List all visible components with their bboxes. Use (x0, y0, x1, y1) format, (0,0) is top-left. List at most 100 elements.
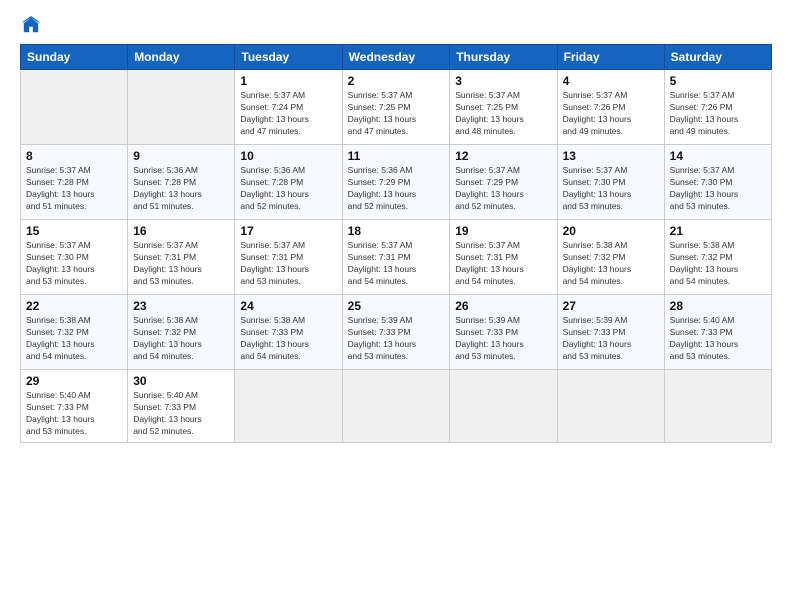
page: Sunday Monday Tuesday Wednesday Thursday… (0, 0, 792, 612)
day-number: 13 (563, 149, 659, 163)
col-sunday: Sunday (21, 45, 128, 70)
day-number: 11 (348, 149, 445, 163)
day-info: Sunrise: 5:37 AMSunset: 7:31 PMDaylight:… (133, 240, 229, 288)
header (20, 16, 772, 34)
col-tuesday: Tuesday (235, 45, 342, 70)
table-row: 15 Sunrise: 5:37 AMSunset: 7:30 PMDayligh… (21, 220, 128, 295)
day-number: 10 (240, 149, 336, 163)
day-info: Sunrise: 5:37 AMSunset: 7:30 PMDaylight:… (563, 165, 659, 213)
table-row: 14 Sunrise: 5:37 AMSunset: 7:30 PMDayligh… (664, 145, 771, 220)
table-row (128, 70, 235, 145)
table-row: 2 Sunrise: 5:37 AMSunset: 7:25 PMDaylight… (342, 70, 450, 145)
table-row (450, 370, 557, 443)
table-row: 11 Sunrise: 5:36 AMSunset: 7:29 PMDayligh… (342, 145, 450, 220)
day-info: Sunrise: 5:39 AMSunset: 7:33 PMDaylight:… (455, 315, 551, 363)
table-row: 5 Sunrise: 5:37 AMSunset: 7:26 PMDaylight… (664, 70, 771, 145)
day-number: 1 (240, 74, 336, 88)
table-row: 25 Sunrise: 5:39 AMSunset: 7:33 PMDayligh… (342, 295, 450, 370)
table-row: 16 Sunrise: 5:37 AMSunset: 7:31 PMDayligh… (128, 220, 235, 295)
calendar-week-row: 1 Sunrise: 5:37 AMSunset: 7:24 PMDaylight… (21, 70, 772, 145)
col-monday: Monday (128, 45, 235, 70)
day-info: Sunrise: 5:38 AMSunset: 7:32 PMDaylight:… (670, 240, 766, 288)
table-row: 22 Sunrise: 5:38 AMSunset: 7:32 PMDayligh… (21, 295, 128, 370)
table-row (21, 70, 128, 145)
day-number: 2 (348, 74, 445, 88)
day-number: 9 (133, 149, 229, 163)
day-info: Sunrise: 5:37 AMSunset: 7:26 PMDaylight:… (563, 90, 659, 138)
day-info: Sunrise: 5:38 AMSunset: 7:32 PMDaylight:… (133, 315, 229, 363)
day-number: 21 (670, 224, 766, 238)
day-info: Sunrise: 5:37 AMSunset: 7:30 PMDaylight:… (26, 240, 122, 288)
day-info: Sunrise: 5:38 AMSunset: 7:33 PMDaylight:… (240, 315, 336, 363)
day-number: 29 (26, 374, 122, 388)
table-row: 26 Sunrise: 5:39 AMSunset: 7:33 PMDayligh… (450, 295, 557, 370)
day-info: Sunrise: 5:40 AMSunset: 7:33 PMDaylight:… (133, 390, 229, 438)
table-row: 29 Sunrise: 5:40 AMSunset: 7:33 PMDayligh… (21, 370, 128, 443)
table-row: 12 Sunrise: 5:37 AMSunset: 7:29 PMDayligh… (450, 145, 557, 220)
table-row: 19 Sunrise: 5:37 AMSunset: 7:31 PMDayligh… (450, 220, 557, 295)
day-info: Sunrise: 5:37 AMSunset: 7:26 PMDaylight:… (670, 90, 766, 138)
table-row: 13 Sunrise: 5:37 AMSunset: 7:30 PMDayligh… (557, 145, 664, 220)
day-info: Sunrise: 5:38 AMSunset: 7:32 PMDaylight:… (563, 240, 659, 288)
calendar-table: Sunday Monday Tuesday Wednesday Thursday… (20, 44, 772, 443)
day-number: 16 (133, 224, 229, 238)
day-info: Sunrise: 5:39 AMSunset: 7:33 PMDaylight:… (348, 315, 445, 363)
table-row: 10Sunrise: 5:36 AMSunset: 7:28 PMDayligh… (235, 145, 342, 220)
day-number: 25 (348, 299, 445, 313)
calendar-week-row: 8 Sunrise: 5:37 AMSunset: 7:28 PMDaylight… (21, 145, 772, 220)
calendar-week-row: 15 Sunrise: 5:37 AMSunset: 7:30 PMDayligh… (21, 220, 772, 295)
col-friday: Friday (557, 45, 664, 70)
day-info: Sunrise: 5:40 AMSunset: 7:33 PMDaylight:… (26, 390, 122, 438)
col-wednesday: Wednesday (342, 45, 450, 70)
day-number: 17 (240, 224, 336, 238)
table-row: 27 Sunrise: 5:39 AMSunset: 7:33 PMDayligh… (557, 295, 664, 370)
day-number: 4 (563, 74, 659, 88)
calendar-week-row: 22 Sunrise: 5:38 AMSunset: 7:32 PMDayligh… (21, 295, 772, 370)
day-info: Sunrise: 5:37 AMSunset: 7:25 PMDaylight:… (348, 90, 445, 138)
day-info: Sunrise: 5:37 AMSunset: 7:31 PMDaylight:… (240, 240, 336, 288)
day-number: 27 (563, 299, 659, 313)
table-row: 30 Sunrise: 5:40 AMSunset: 7:33 PMDayligh… (128, 370, 235, 443)
day-number: 28 (670, 299, 766, 313)
day-info: Sunrise: 5:36 AMSunset: 7:29 PMDaylight:… (348, 165, 445, 213)
calendar-week-row: 29 Sunrise: 5:40 AMSunset: 7:33 PMDayligh… (21, 370, 772, 443)
table-row: 18 Sunrise: 5:37 AMSunset: 7:31 PMDayligh… (342, 220, 450, 295)
table-row (557, 370, 664, 443)
calendar-header-row: Sunday Monday Tuesday Wednesday Thursday… (21, 45, 772, 70)
day-number: 26 (455, 299, 551, 313)
day-number: 24 (240, 299, 336, 313)
day-number: 30 (133, 374, 229, 388)
table-row: 9 Sunrise: 5:36 AMSunset: 7:28 PMDaylight… (128, 145, 235, 220)
day-number: 15 (26, 224, 122, 238)
day-number: 8 (26, 149, 122, 163)
logo-icon (22, 16, 40, 34)
day-info: Sunrise: 5:37 AMSunset: 7:28 PMDaylight:… (26, 165, 122, 213)
day-info: Sunrise: 5:37 AMSunset: 7:30 PMDaylight:… (670, 165, 766, 213)
table-row (235, 370, 342, 443)
day-number: 14 (670, 149, 766, 163)
table-row: 3Sunrise: 5:37 AMSunset: 7:25 PMDaylight… (450, 70, 557, 145)
day-number: 23 (133, 299, 229, 313)
day-info: Sunrise: 5:39 AMSunset: 7:33 PMDaylight:… (563, 315, 659, 363)
day-info: Sunrise: 5:37 AMSunset: 7:31 PMDaylight:… (348, 240, 445, 288)
table-row (664, 370, 771, 443)
day-number: 20 (563, 224, 659, 238)
col-thursday: Thursday (450, 45, 557, 70)
table-row: 17 Sunrise: 5:37 AMSunset: 7:31 PMDayligh… (235, 220, 342, 295)
day-number: 5 (670, 74, 766, 88)
day-info: Sunrise: 5:40 AMSunset: 7:33 PMDaylight:… (670, 315, 766, 363)
table-row: 8 Sunrise: 5:37 AMSunset: 7:28 PMDaylight… (21, 145, 128, 220)
day-number: 22 (26, 299, 122, 313)
day-info: Sunrise: 5:37 AMSunset: 7:29 PMDaylight:… (455, 165, 551, 213)
day-number: 19 (455, 224, 551, 238)
day-info: Sunrise: 5:38 AMSunset: 7:32 PMDaylight:… (26, 315, 122, 363)
day-info: Sunrise: 5:37 AMSunset: 7:31 PMDaylight:… (455, 240, 551, 288)
table-row (342, 370, 450, 443)
day-number: 18 (348, 224, 445, 238)
table-row: 23 Sunrise: 5:38 AMSunset: 7:32 PMDayligh… (128, 295, 235, 370)
day-info: Sunrise: 5:37 AMSunset: 7:25 PMDaylight:… (455, 90, 551, 138)
day-info: Sunrise: 5:36 AMSunset: 7:28 PMDaylight:… (133, 165, 229, 213)
day-info: Sunrise: 5:37 AMSunset: 7:24 PMDaylight:… (240, 90, 336, 138)
logo-text (20, 16, 40, 34)
day-number: 12 (455, 149, 551, 163)
